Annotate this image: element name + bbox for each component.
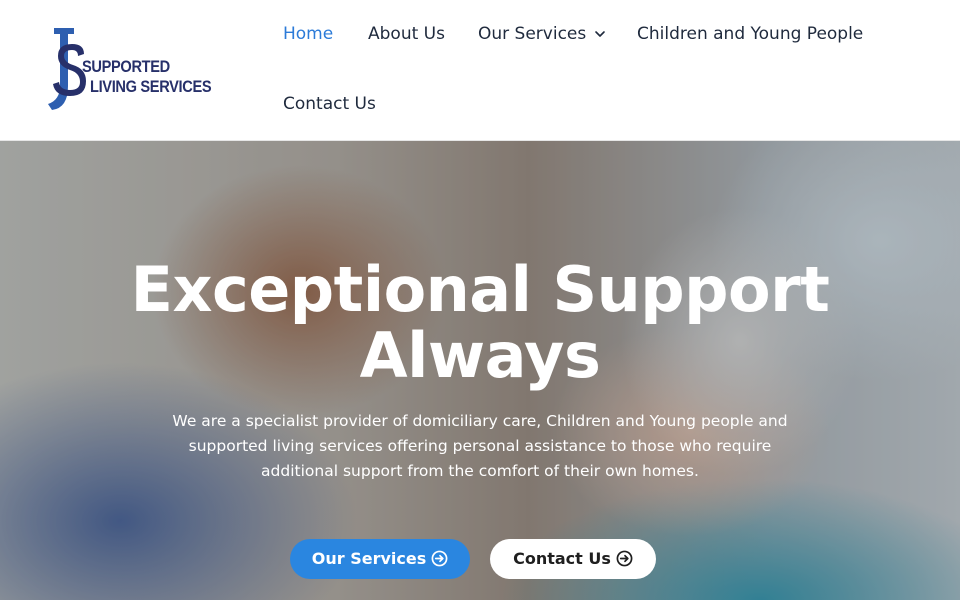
site-header: SUPPORTED LIVING SERVICES Home About Us … <box>0 0 960 141</box>
nav-item-home[interactable]: Home <box>283 24 333 44</box>
arrow-circle-right-icon <box>431 550 448 567</box>
nav-item-about-us[interactable]: About Us <box>368 24 445 44</box>
logo-line-supported: SUPPORTED <box>82 57 170 76</box>
hero-description: We are a specialist provider of domicili… <box>172 412 788 480</box>
nav-item-our-services-label: Our Services <box>478 24 587 44</box>
nav-item-contact-us[interactable]: Contact Us <box>283 94 376 114</box>
hero-section: Exceptional Support Always We are a spec… <box>0 141 960 600</box>
our-services-button-label: Our Services <box>311 549 427 568</box>
logo-text: SUPPORTED LIVING SERVICES <box>82 57 231 97</box>
contact-us-button[interactable]: Contact Us <box>490 539 656 579</box>
arrow-circle-right-icon <box>616 550 633 567</box>
nav-item-our-services[interactable]: Our Services <box>478 24 606 44</box>
contact-us-button-label: Contact Us <box>513 549 611 568</box>
site-logo[interactable]: SUPPORTED LIVING SERVICES <box>44 24 214 116</box>
hero-title: Exceptional Support Always <box>130 253 830 392</box>
logo-line-living-services: LIVING SERVICES <box>90 77 212 96</box>
chevron-down-icon <box>595 31 606 37</box>
our-services-button[interactable]: Our Services <box>290 539 470 579</box>
nav-item-children-young-people[interactable]: Children and Young People <box>637 24 863 44</box>
